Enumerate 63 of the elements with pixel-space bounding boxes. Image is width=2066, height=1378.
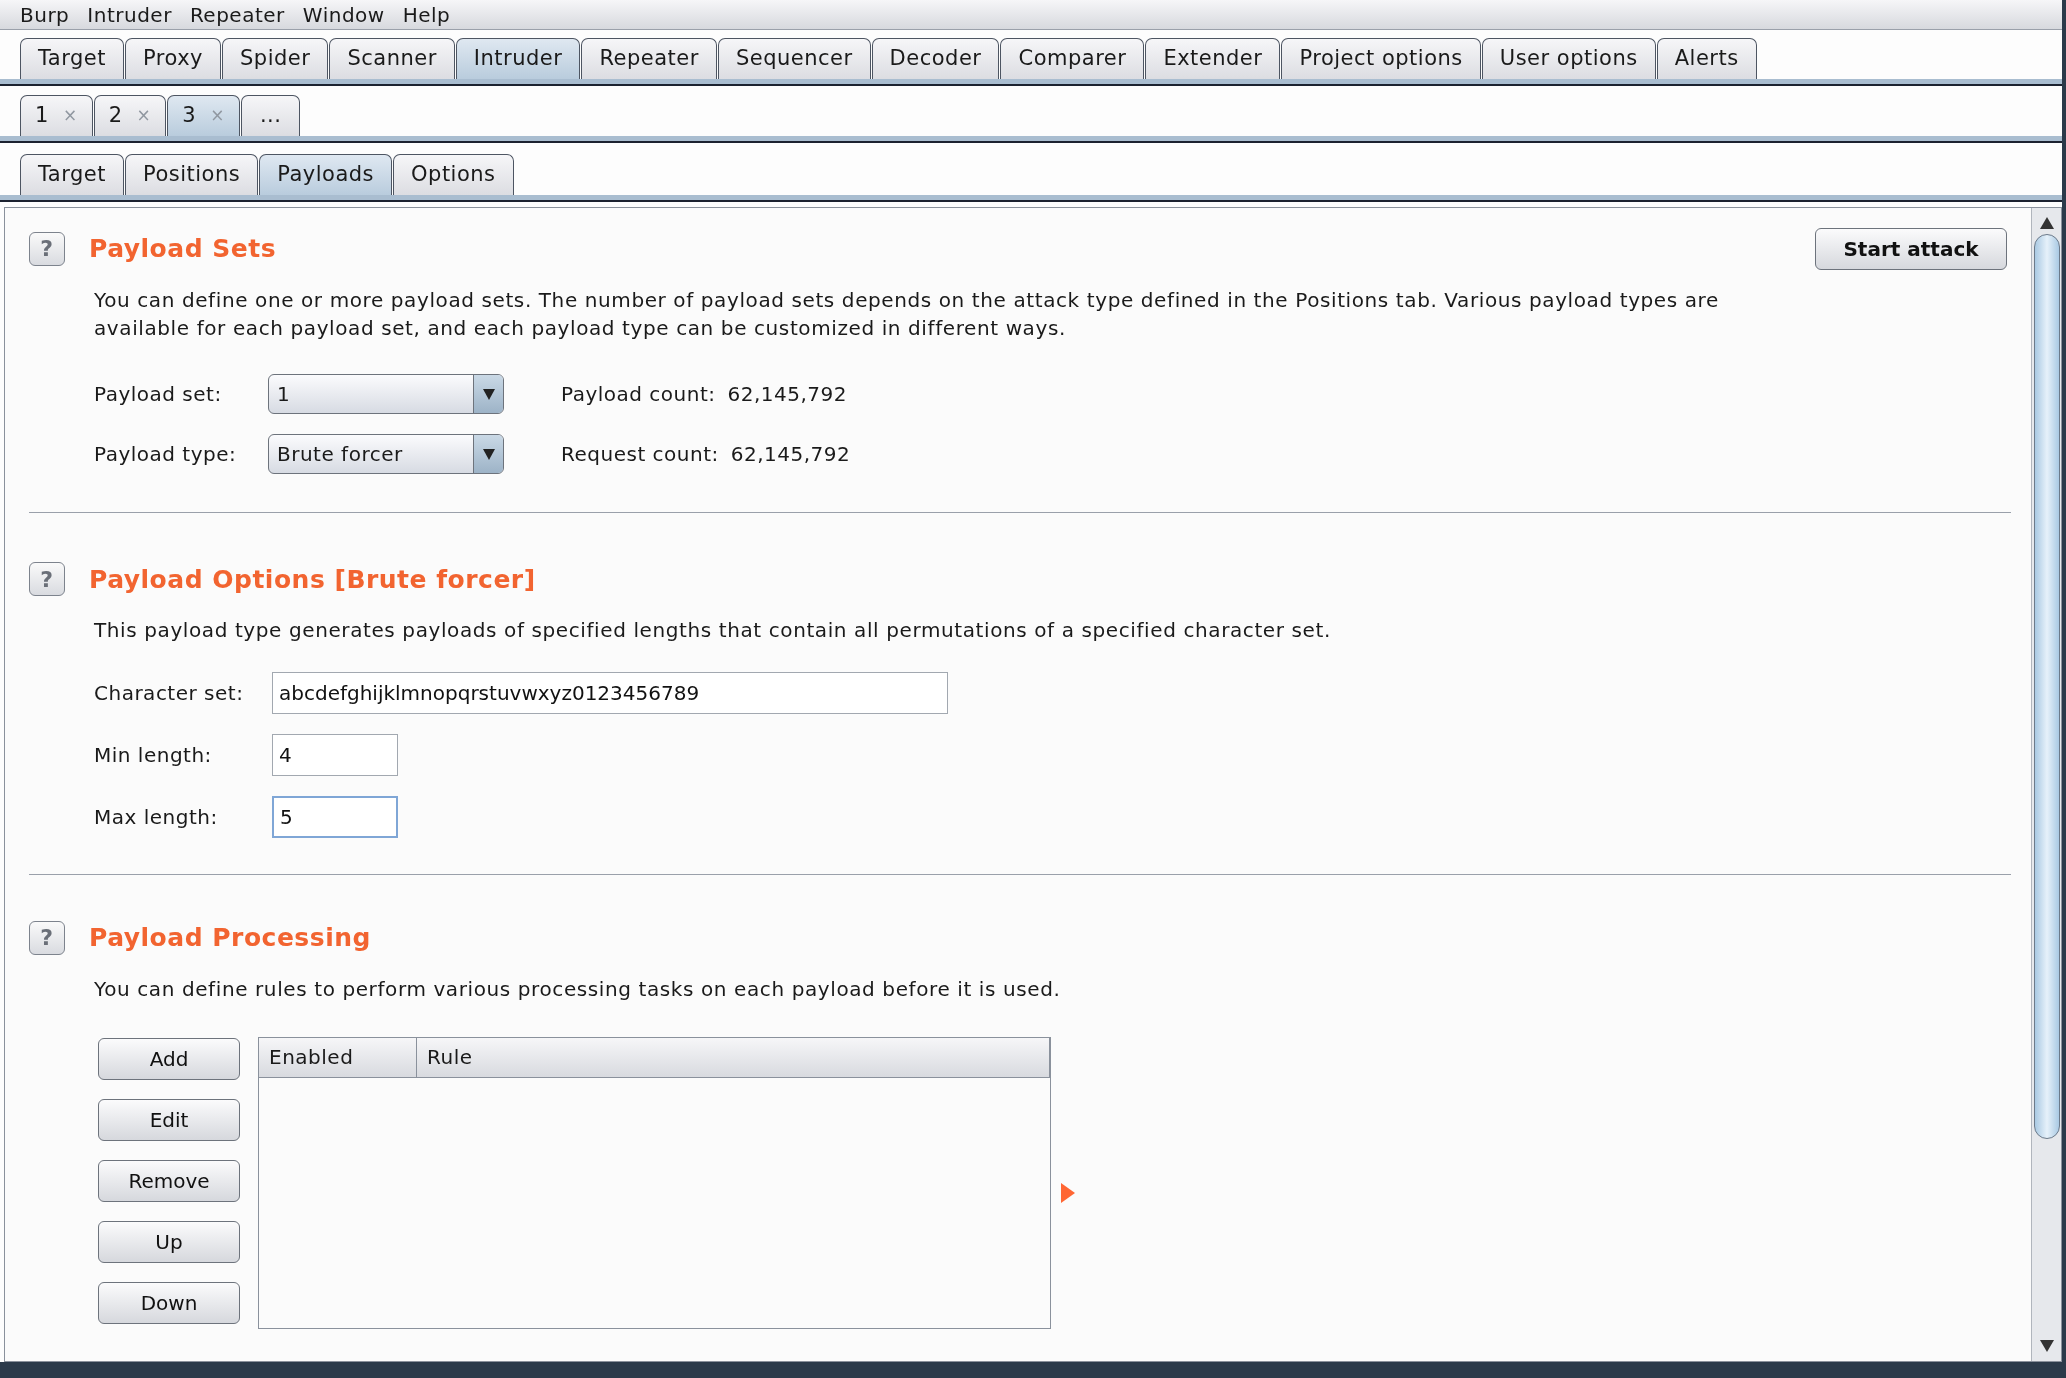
caret-icon bbox=[482, 387, 495, 400]
dropdown[interactable]: 1 bbox=[268, 373, 504, 414]
column-header[interactable]: Rule bbox=[417, 1037, 1050, 1077]
input-field[interactable]: 4 bbox=[272, 734, 398, 776]
tab[interactable]: User options bbox=[1481, 38, 1656, 79]
count-label: Payload count: bbox=[561, 380, 716, 408]
tab[interactable]: Proxy bbox=[124, 38, 221, 79]
section-title: Payload Options [Brute forcer] bbox=[89, 563, 536, 596]
menu-item[interactable]: Help bbox=[402, 4, 451, 25]
rule-button[interactable]: Down bbox=[98, 1281, 240, 1324]
rule-button[interactable]: Remove bbox=[98, 1159, 240, 1202]
help-icon[interactable]: ? bbox=[29, 562, 65, 597]
rule-button[interactable]: Up bbox=[98, 1220, 240, 1263]
tab[interactable]: Options bbox=[393, 154, 514, 195]
menu-item[interactable]: Intruder bbox=[87, 4, 172, 25]
input-field[interactable]: 5 bbox=[272, 796, 398, 838]
column-header[interactable]: Enabled bbox=[259, 1037, 417, 1077]
scroll-down-icon[interactable] bbox=[2039, 1339, 2054, 1353]
tab[interactable]: Scanner bbox=[329, 38, 455, 79]
menu-item[interactable]: Window bbox=[302, 4, 385, 25]
scrollbar[interactable] bbox=[2031, 208, 2061, 1361]
tab[interactable]: Extender bbox=[1145, 38, 1281, 79]
menu-item[interactable]: Burp bbox=[20, 4, 70, 25]
menu-item[interactable]: Repeater bbox=[189, 4, 285, 25]
rule-button[interactable]: Edit bbox=[98, 1098, 240, 1141]
count-value: 62,145,792 bbox=[730, 440, 851, 468]
tab[interactable]: Alerts bbox=[1656, 38, 1757, 79]
scroll-up-icon[interactable] bbox=[2039, 216, 2054, 230]
caret-icon bbox=[482, 447, 495, 460]
rule-button[interactable]: Add bbox=[98, 1037, 240, 1080]
count-label: Request count: bbox=[561, 440, 719, 468]
tab[interactable]: Payloads bbox=[259, 154, 393, 195]
tab[interactable]: Intruder bbox=[455, 38, 581, 79]
attack-tab[interactable]: ... bbox=[240, 95, 301, 136]
count-value: 62,145,792 bbox=[727, 380, 848, 408]
description-text: You can define one or more payload sets. The number of payload sets depends on the attack type defined in the Positions tab. Various payload types are available for each payload set, and each payload type can be customized in different ways. bbox=[94, 286, 1720, 342]
tab[interactable]: Target bbox=[20, 154, 124, 195]
dropdown[interactable]: Brute forcer bbox=[268, 433, 504, 474]
field-label: Min length: bbox=[94, 742, 213, 769]
field-label: Payload type: bbox=[94, 440, 238, 468]
field-label: Max length: bbox=[94, 804, 219, 831]
input-field[interactable]: abcdefghijklmnopqrstuvwxyz0123456789 bbox=[272, 672, 948, 714]
start-attack-button[interactable]: Start attack bbox=[1815, 228, 2007, 270]
tab[interactable]: Target bbox=[20, 38, 124, 79]
help-icon[interactable]: ? bbox=[29, 231, 65, 266]
tab[interactable]: Spider bbox=[222, 38, 329, 79]
description-text: You can define rules to perform various processing tasks on each payload before it is used. bbox=[94, 975, 1062, 1003]
help-icon[interactable]: ? bbox=[29, 920, 65, 955]
tab[interactable]: Positions bbox=[124, 154, 259, 195]
tab[interactable]: Decoder bbox=[871, 38, 1000, 79]
field-label: Payload set: bbox=[94, 380, 223, 408]
description-text: This payload type generates payloads of specified lengths that contain all permutations of a specified character set. bbox=[94, 617, 1332, 644]
tab[interactable]: Comparer bbox=[1000, 38, 1145, 79]
tab[interactable]: Repeater bbox=[581, 38, 717, 79]
attack-tab[interactable]: 2 × bbox=[93, 95, 167, 136]
field-label: Character set: bbox=[94, 680, 245, 707]
tab[interactable]: Project options bbox=[1281, 38, 1481, 79]
tab[interactable]: Sequencer bbox=[717, 38, 871, 79]
attack-tab[interactable]: 1 × bbox=[20, 95, 93, 136]
section-title: Payload Sets bbox=[89, 233, 277, 265]
section-title: Payload Processing bbox=[89, 922, 371, 954]
attack-tab[interactable]: 3 × bbox=[167, 95, 240, 136]
arrow-handle-icon[interactable] bbox=[1061, 1183, 1075, 1203]
